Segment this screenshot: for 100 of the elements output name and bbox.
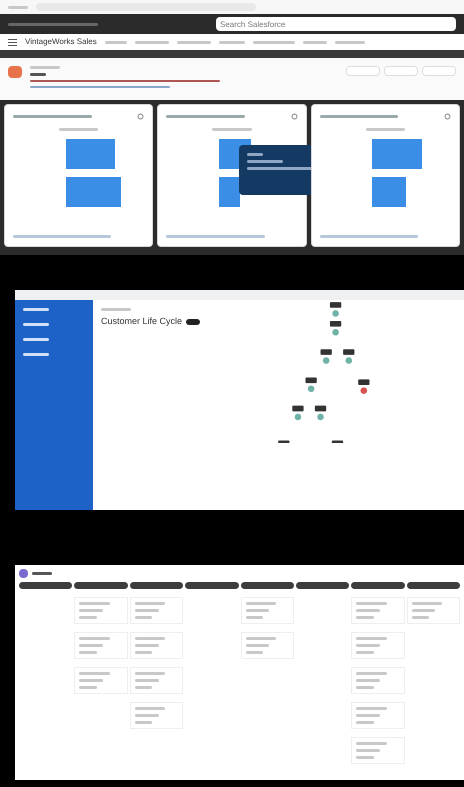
placeholder-line: [356, 616, 374, 619]
chart-bar: [66, 139, 116, 169]
placeholder-line: [176, 40, 211, 44]
placeholder-line: [8, 6, 28, 8]
flow-node: [320, 348, 332, 364]
placeholder-line: [79, 602, 110, 605]
placeholder-line: [23, 308, 49, 311]
placeholder-line: [134, 40, 169, 44]
placeholder-line: [134, 672, 166, 675]
placeholder-line: [356, 602, 387, 605]
placeholder-line: [134, 707, 166, 710]
placeholder-line: [23, 353, 49, 356]
chart-bar: [372, 177, 406, 207]
placeholder-line: [79, 651, 97, 654]
placeholder-line: [58, 128, 98, 131]
flow-node: [343, 348, 354, 364]
kanban-card[interactable]: [74, 632, 128, 659]
placeholder-line: [246, 644, 270, 647]
kanban-card[interactable]: [351, 632, 405, 659]
stage-chevron[interactable]: [296, 582, 350, 589]
placeholder-line: [246, 609, 270, 612]
placeholder-line: [79, 616, 97, 619]
placeholder-line: [246, 637, 276, 640]
kanban-card[interactable]: [130, 597, 184, 624]
app-name: VintageWorks Sales: [25, 36, 97, 48]
placeholder-line: [79, 686, 97, 689]
placeholder-line: [246, 616, 263, 619]
header-button[interactable]: [384, 66, 418, 76]
kanban-card[interactable]: [240, 632, 294, 659]
kanban-card[interactable]: [351, 667, 405, 694]
refresh-icon[interactable]: [290, 113, 298, 120]
placeholder-line: [356, 749, 380, 752]
placeholder-line: [246, 651, 263, 654]
placeholder-line: [247, 160, 283, 163]
placeholder-line: [79, 609, 104, 612]
placeholder-line: [134, 616, 152, 619]
flow-node: [358, 378, 370, 394]
stage-chevron[interactable]: [74, 582, 128, 589]
stage-chevron[interactable]: [185, 582, 238, 589]
kanban-card[interactable]: [130, 702, 184, 729]
kanban-card[interactable]: [351, 597, 405, 624]
app-icon: [19, 569, 28, 578]
stage-chevron[interactable]: [19, 582, 72, 589]
flow-node: [332, 440, 344, 442]
placeholder-line: [23, 338, 49, 341]
menu-icon[interactable]: [8, 38, 17, 46]
stage-chevron[interactable]: [240, 582, 294, 589]
refresh-icon[interactable]: [444, 113, 451, 120]
placeholder-line: [247, 153, 264, 156]
chart-bar: [372, 139, 422, 169]
placeholder-line: [356, 679, 380, 682]
placeholder-line: [218, 40, 245, 44]
placeholder-line: [79, 637, 110, 640]
placeholder-line: [134, 686, 152, 689]
placeholder-line: [356, 742, 387, 745]
kanban-card[interactable]: [240, 597, 294, 624]
placeholder-line: [134, 721, 152, 724]
placeholder-line: [79, 644, 104, 647]
placeholder-line: [134, 637, 166, 640]
placeholder-line: [356, 756, 374, 759]
flow-title: Customer Life Cycle: [101, 315, 182, 328]
kanban-card[interactable]: [406, 597, 460, 624]
search-field[interactable]: Search Salesforce: [216, 17, 456, 31]
placeholder-line: [356, 714, 380, 717]
placeholder-line: [79, 679, 104, 682]
placeholder-line: [134, 651, 152, 654]
header-button[interactable]: [422, 66, 456, 76]
dashboard-icon: [8, 66, 22, 78]
flow-node: [330, 320, 342, 336]
refresh-icon[interactable]: [137, 113, 144, 120]
placeholder-line: [356, 609, 380, 612]
flow-node: [330, 302, 342, 316]
placeholder-line: [412, 602, 442, 605]
placeholder-line: [30, 73, 46, 76]
placeholder-line: [79, 672, 110, 675]
stage-chevron[interactable]: [130, 582, 184, 589]
kanban-card[interactable]: [351, 737, 405, 764]
kanban-card[interactable]: [74, 597, 128, 624]
chart-bar: [66, 177, 121, 207]
stage-chevron[interactable]: [351, 582, 405, 589]
placeholder-line: [252, 40, 295, 44]
kanban-card[interactable]: [74, 667, 128, 694]
kanban-card[interactable]: [130, 632, 184, 659]
placeholder-line: [412, 609, 436, 612]
stage-chevron[interactable]: [406, 582, 460, 589]
header-button[interactable]: [346, 66, 380, 76]
kanban-card[interactable]: [130, 667, 184, 694]
placeholder-line: [334, 40, 365, 44]
placeholder-line: [134, 714, 159, 717]
placeholder-line: [134, 644, 159, 647]
kanban-card[interactable]: [351, 702, 405, 729]
placeholder-line: [30, 66, 60, 69]
placeholder-line: [356, 637, 387, 640]
chart-bar: [218, 177, 240, 207]
flow-node: [292, 405, 304, 420]
placeholder-line: [356, 721, 374, 724]
placeholder-line: [302, 40, 327, 44]
placeholder-line: [212, 128, 252, 131]
placeholder-line: [32, 572, 52, 575]
flow-node: [278, 440, 290, 442]
